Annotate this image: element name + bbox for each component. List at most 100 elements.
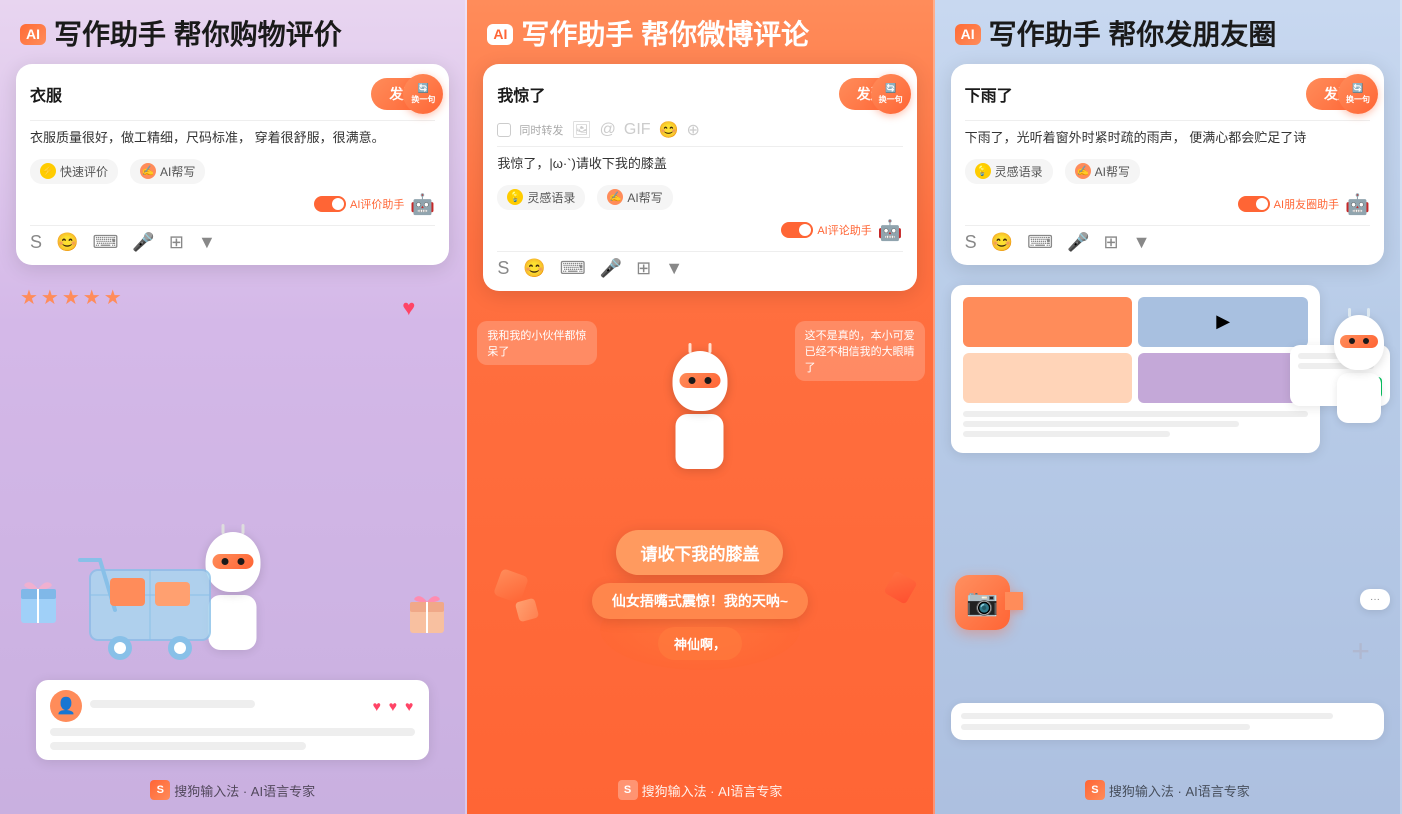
social-text-3 bbox=[963, 431, 1170, 437]
left-ai-write-btn[interactable]: ✍ AI帮写 bbox=[130, 159, 205, 184]
social-img-3 bbox=[963, 353, 1133, 403]
middle-input[interactable]: 我惊了 bbox=[497, 76, 830, 112]
emoji-icon-r[interactable]: 😊 bbox=[991, 232, 1013, 253]
weibo-toolbar: 同时转发 🖼 @ GIF 😊 ⊕ bbox=[497, 120, 902, 140]
antenna-right bbox=[241, 524, 244, 534]
cube-deco3 bbox=[883, 570, 917, 604]
quick-review-icon: ⚡ bbox=[40, 163, 56, 179]
left-input[interactable]: 衣服 bbox=[30, 76, 363, 112]
sogou-key-icon-r[interactable]: S bbox=[965, 232, 977, 253]
sogou-key-icon-m[interactable]: S bbox=[497, 258, 509, 279]
middle-title: AI 写作助手 帮你微博评论 bbox=[467, 0, 932, 64]
gif-icon[interactable]: GIF bbox=[624, 121, 651, 139]
right-robot-avatar: 🤖 bbox=[1345, 192, 1370, 217]
robot-eye-r1 bbox=[1349, 338, 1355, 344]
right-bottom-card bbox=[951, 703, 1384, 740]
expand-icon-m[interactable]: ▼ bbox=[665, 258, 683, 279]
left-output-text: 衣服质量很好，做工精细，尺码标准， 穿着很舒服，很满意。 bbox=[30, 127, 435, 149]
robot-head-right bbox=[1334, 315, 1384, 370]
plus-icon-wb[interactable]: ⊕ bbox=[686, 120, 699, 140]
right-title-text: 写作助手 帮你发朋友圈 bbox=[989, 18, 1277, 52]
antenna-left bbox=[221, 524, 224, 534]
middle-robot-avatar: 🤖 bbox=[878, 218, 903, 243]
antenna-r-right bbox=[1367, 308, 1370, 317]
robot-eye-m1 bbox=[688, 377, 695, 384]
left-illustration: ★★★★★ ♥ bbox=[0, 265, 465, 770]
middle-input-row: 我惊了 发送 bbox=[497, 76, 902, 112]
left-review-card: 👤 ♥ ♥ ♥ bbox=[16, 680, 449, 760]
ai-badge-right: AI bbox=[955, 24, 981, 45]
right-input[interactable]: 下雨了 bbox=[965, 76, 1298, 112]
keyboard-icon-r[interactable]: ⌨ bbox=[1027, 232, 1053, 253]
emoji-icon[interactable]: 😊 bbox=[56, 232, 78, 253]
ai-badge-left: AI bbox=[20, 24, 46, 45]
grid-icon-r[interactable]: ⊞ bbox=[1104, 232, 1119, 253]
ai-write-icon-m: ✍ bbox=[607, 189, 623, 205]
right-output-text: 下雨了，光听着窗外时紧时疏的雨声， 便满心都会贮足了诗 bbox=[965, 127, 1370, 149]
shopping-cart-svg bbox=[60, 540, 240, 660]
left-action-row: ⚡ 快速评价 ✍ AI帮写 bbox=[30, 159, 435, 184]
left-input-row: 衣服 发送 bbox=[30, 76, 435, 112]
middle-output-text: 我惊了，|ω·`)请收下我的膝盖 bbox=[497, 153, 902, 175]
social-post-card: ▶ bbox=[951, 285, 1320, 453]
emoji-icon-wb[interactable]: 😊 bbox=[659, 120, 679, 140]
middle-toggle-pill bbox=[781, 222, 813, 238]
expand-icon[interactable]: ▼ bbox=[198, 232, 216, 253]
plus-decoration: + bbox=[1351, 633, 1370, 670]
middle-toggle-row: AI评论助手 🤖 bbox=[497, 218, 902, 243]
grid-icon[interactable]: ⊞ bbox=[169, 232, 184, 253]
keyboard-icon[interactable]: ⌨ bbox=[92, 232, 118, 253]
middle-title-text: 写作助手 帮你微博评论 bbox=[521, 18, 809, 52]
mic-icon-m[interactable]: 🎤 bbox=[600, 258, 622, 279]
middle-inspiration-btn[interactable]: 💡 灵感语录 bbox=[497, 185, 585, 210]
right-toggle[interactable]: AI朋友圈助手 bbox=[1238, 196, 1339, 212]
left-app-card: 衣服 发送 🔄 换一句 衣服质量很好，做工精细，尺码标准， 穿着很舒服，很满意。… bbox=[16, 64, 449, 265]
inspiration-icon: 💡 bbox=[507, 189, 523, 205]
ai-badge-middle: AI bbox=[487, 24, 513, 45]
image-icon[interactable]: 🖼 bbox=[571, 120, 591, 140]
right-toggle-dot bbox=[1256, 198, 1268, 210]
middle-swap-button[interactable]: 🔄 换一句 bbox=[871, 74, 911, 114]
left-toggle[interactable]: AI评价助手 bbox=[314, 196, 404, 212]
left-swap-button[interactable]: 🔄 换一句 bbox=[403, 74, 443, 114]
robot-body-middle bbox=[676, 414, 724, 469]
side-text-left: 我和我的小伙伴都惊呆了 bbox=[477, 321, 597, 365]
grid-icon-m[interactable]: ⊞ bbox=[636, 258, 651, 279]
right-ai-write-btn[interactable]: ✍ AI帮写 bbox=[1065, 159, 1140, 184]
left-toggle-pill bbox=[314, 196, 346, 212]
antenna-r-left bbox=[1348, 308, 1351, 317]
at-icon[interactable]: @ bbox=[600, 121, 616, 139]
left-quick-review-btn[interactable]: ⚡ 快速评价 bbox=[30, 159, 118, 184]
expand-icon-r[interactable]: ▼ bbox=[1133, 232, 1151, 253]
social-img-4 bbox=[1138, 353, 1308, 403]
emoji-icon-m[interactable]: 😊 bbox=[523, 258, 545, 279]
left-keyboard-row: S 😊 ⌨ 🎤 ⊞ ▼ bbox=[30, 225, 435, 253]
robot-visor-right bbox=[1340, 335, 1378, 348]
inspiration-icon-r: 💡 bbox=[975, 163, 991, 179]
right-inspiration-btn[interactable]: 💡 灵感语录 bbox=[965, 159, 1053, 184]
middle-ai-write-btn[interactable]: ✍ AI帮写 bbox=[597, 185, 672, 210]
middle-action-row: 💡 灵感语录 ✍ AI帮写 bbox=[497, 185, 902, 210]
robot-body-right bbox=[1337, 373, 1381, 423]
left-toggle-row: AI评价助手 🤖 bbox=[30, 192, 435, 217]
middle-toggle-dot bbox=[799, 224, 811, 236]
right-swap-button[interactable]: 🔄 换一句 bbox=[1338, 74, 1378, 114]
social-img-1 bbox=[963, 297, 1133, 347]
robot-eye-r2 bbox=[1363, 338, 1369, 344]
left-toggle-dot bbox=[332, 198, 344, 210]
middle-illustration: 我和我的小伙伴都惊呆了 这不是真的，本小可爱已经不相信我的大眼睛了 请收下我的膝… bbox=[467, 291, 932, 770]
cube-deco1 bbox=[493, 568, 529, 604]
mic-icon-r[interactable]: 🎤 bbox=[1067, 232, 1089, 253]
robot-visor-middle bbox=[679, 373, 720, 388]
right-input-row: 下雨了 发送 bbox=[965, 76, 1370, 112]
right-panel: AI 写作助手 帮你发朋友圈 下雨了 发送 🔄 换一句 下雨了，光听着窗外时紧时… bbox=[935, 0, 1402, 814]
keyboard-icon-m[interactable]: ⌨ bbox=[560, 258, 586, 279]
share-checkbox[interactable] bbox=[497, 123, 511, 137]
right-illustration: ▶ 发表 bbox=[935, 265, 1400, 770]
mic-icon[interactable]: 🎤 bbox=[132, 232, 154, 253]
ai-write-icon-r: ✍ bbox=[1075, 163, 1091, 179]
left-title: AI 写作助手 帮你购物评价 bbox=[0, 0, 465, 64]
sogou-key-icon[interactable]: S bbox=[30, 232, 42, 253]
middle-toggle[interactable]: AI评论助手 bbox=[781, 222, 871, 238]
sogou-logo-right: S bbox=[1085, 780, 1105, 800]
